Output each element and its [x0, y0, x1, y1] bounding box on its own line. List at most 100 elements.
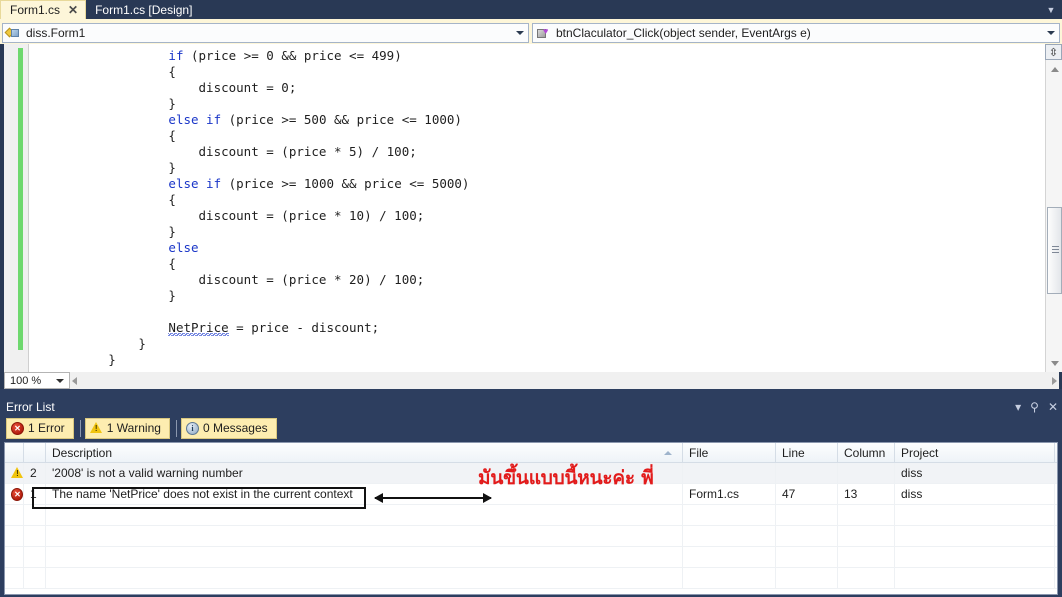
- row-file: Form1.cs: [683, 484, 776, 504]
- code-line: {: [168, 192, 176, 207]
- editor-text-surface[interactable]: if (price >= 0 && price <= 499) { discou…: [42, 44, 1059, 372]
- empty-cell: [5, 505, 24, 525]
- scroll-right-icon[interactable]: [1052, 376, 1057, 385]
- error-list-empty-rows: [5, 505, 1057, 589]
- code-line: discount = 0;: [198, 80, 297, 95]
- filter-warnings-button[interactable]: 1 Warning: [84, 417, 170, 439]
- empty-cell: [5, 526, 24, 546]
- code-line: discount = (price * 20) / 100;: [198, 272, 425, 287]
- empty-cell: [683, 568, 776, 588]
- editor-tab-strip: Form1.cs ✕ Form1.cs [Design] ▼: [0, 0, 1062, 19]
- editor-vertical-scrollbar[interactable]: [1045, 44, 1062, 372]
- code-line: discount = (price * 5) / 100;: [198, 144, 417, 159]
- empty-cell: [5, 547, 24, 567]
- warning-icon: [11, 467, 23, 479]
- error-list-header-row: Description File Line Column Project: [5, 443, 1057, 463]
- column-header-description[interactable]: Description: [46, 443, 683, 462]
- empty-cell: [895, 505, 1055, 525]
- zoom-level-value: 100 %: [10, 374, 42, 387]
- scroll-up-icon[interactable]: [1046, 62, 1062, 77]
- table-row-empty[interactable]: [5, 568, 1057, 589]
- row-column: 13: [838, 484, 895, 504]
- row-severity-icon: [5, 463, 24, 483]
- chevron-down-icon[interactable]: [1047, 30, 1055, 35]
- error-list-title-bar: Error List ▾ ⚲ ✕: [0, 398, 1062, 416]
- row-line: 47: [776, 484, 838, 504]
- empty-cell: [46, 526, 683, 546]
- tab-label: Form1.cs [Design]: [95, 2, 193, 17]
- editor-horizontal-scrollbar[interactable]: [70, 373, 1059, 388]
- empty-cell: [683, 547, 776, 567]
- chevron-down-icon[interactable]: ▼: [1040, 0, 1062, 19]
- row-line: [776, 463, 838, 483]
- visual-studio-window: Form1.cs ✕ Form1.cs [Design] ▼ diss.Form…: [0, 0, 1062, 597]
- close-icon[interactable]: ✕: [1048, 400, 1058, 414]
- row-severity-icon: [5, 484, 24, 504]
- tab-form1-cs-design[interactable]: Form1.cs [Design]: [86, 0, 199, 19]
- chevron-down-icon[interactable]: [56, 378, 64, 383]
- error-icon: [11, 421, 24, 435]
- error-list-grid[interactable]: Description File Line Column Project ! 2…: [4, 442, 1058, 595]
- filter-messages-label: 0 Messages: [202, 421, 268, 435]
- info-icon: [185, 421, 199, 435]
- empty-cell: [776, 568, 838, 588]
- code-navigation-bar: diss.Form1 ♥ btnClaculator_Click(object …: [0, 19, 1062, 44]
- empty-cell: [895, 526, 1055, 546]
- filter-errors-button[interactable]: 1 Error: [6, 417, 74, 439]
- sort-ascending-icon: [664, 450, 672, 455]
- column-header-line[interactable]: Line: [776, 443, 838, 462]
- error-list-panel: Error List ▾ ⚲ ✕ 1 Error 1 Warning 0 Mes…: [0, 398, 1062, 597]
- row-project: diss: [895, 484, 1055, 504]
- row-file: [683, 463, 776, 483]
- scrollbar-thumb[interactable]: [1047, 207, 1062, 294]
- column-header-column[interactable]: Column: [838, 443, 895, 462]
- filter-messages-button[interactable]: 0 Messages: [180, 417, 277, 439]
- editor-indicator-margin: [4, 44, 18, 372]
- source-code-text[interactable]: if (price >= 0 && price <= 499) { discou…: [42, 44, 1059, 368]
- empty-cell: [46, 547, 683, 567]
- row-number: 2: [24, 463, 46, 483]
- tab-form1-cs[interactable]: Form1.cs ✕: [0, 0, 87, 19]
- empty-cell: [838, 505, 895, 525]
- tab-label: Form1.cs: [10, 3, 61, 17]
- table-row[interactable]: 2 '2008' is not a valid warning number d…: [5, 463, 1057, 484]
- table-row-empty[interactable]: [5, 547, 1057, 568]
- zoom-level-combo[interactable]: 100 %: [4, 372, 70, 389]
- code-editor[interactable]: if (price >= 0 && price <= 499) { discou…: [0, 44, 1062, 372]
- scroll-down-icon[interactable]: [1046, 356, 1062, 371]
- editor-bottom-bar: 100 %: [0, 372, 1062, 389]
- empty-cell: [895, 568, 1055, 588]
- empty-cell: [895, 547, 1055, 567]
- scroll-left-icon[interactable]: [72, 376, 77, 385]
- empty-cell: [838, 526, 895, 546]
- table-row[interactable]: 1 The name 'NetPrice' does not exist in …: [5, 484, 1057, 505]
- error-icon: [11, 487, 23, 501]
- editor-outlining-margin[interactable]: [28, 44, 42, 372]
- saved-change-bar: [18, 48, 23, 350]
- pin-icon[interactable]: ⚲: [1030, 400, 1039, 414]
- close-icon[interactable]: ✕: [68, 4, 78, 16]
- class-dropdown[interactable]: diss.Form1: [2, 22, 529, 43]
- panel-window-controls: ▾ ⚲ ✕: [1015, 398, 1058, 416]
- method-icon: ♥: [536, 25, 553, 41]
- column-header-project[interactable]: Project: [895, 443, 1055, 462]
- column-header-file[interactable]: File: [683, 443, 776, 462]
- editor-splitter-handle[interactable]: ⇳: [1045, 44, 1062, 60]
- chevron-down-icon[interactable]: [516, 30, 524, 35]
- empty-cell: [24, 547, 46, 567]
- member-dropdown[interactable]: ♥ btnClaculator_Click(object sender, Eve…: [532, 22, 1060, 43]
- empty-cell: [46, 505, 683, 525]
- code-line: else: [168, 240, 199, 255]
- table-row-empty[interactable]: [5, 505, 1057, 526]
- empty-cell: [683, 505, 776, 525]
- column-header-number[interactable]: [24, 443, 46, 462]
- chevron-down-icon[interactable]: ▾: [1015, 400, 1021, 414]
- code-line: else if (price >= 1000 && price <= 5000): [168, 176, 470, 191]
- empty-cell: [5, 568, 24, 588]
- code-line: discount = (price * 10) / 100;: [198, 208, 425, 223]
- code-line: }: [138, 336, 146, 351]
- column-header-icon[interactable]: [5, 443, 24, 462]
- empty-cell: [838, 568, 895, 588]
- table-row-empty[interactable]: [5, 526, 1057, 547]
- panel-title: Error List: [6, 400, 55, 414]
